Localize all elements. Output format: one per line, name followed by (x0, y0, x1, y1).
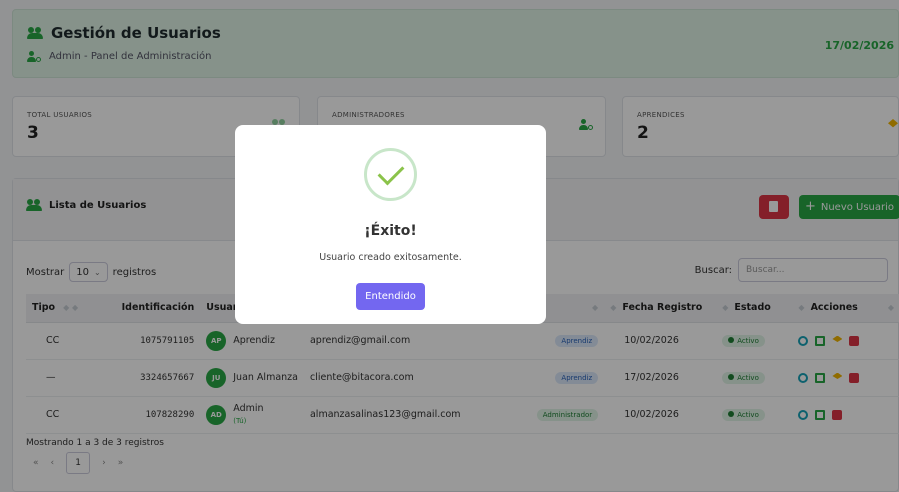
modal-title: ¡Éxito! (364, 223, 417, 239)
check-circle-icon (364, 148, 417, 201)
app-page: Gestión de Usuarios Admin - Panel de Adm… (0, 0, 899, 492)
modal-message: Usuario creado exitosamente. (319, 252, 462, 263)
confirm-button[interactable]: Entendido (356, 283, 425, 310)
success-modal: ¡Éxito! Usuario creado exitosamente. Ent… (235, 125, 546, 324)
